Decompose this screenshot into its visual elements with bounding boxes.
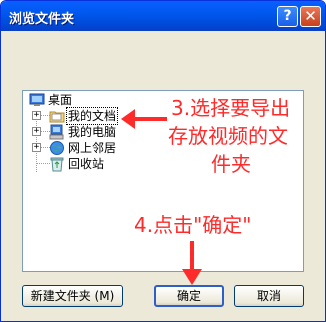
folder-icon bbox=[49, 111, 65, 123]
computer-icon bbox=[49, 124, 64, 140]
recycle-bin-icon bbox=[50, 157, 64, 172]
tree-item-label: 我的电脑 bbox=[68, 125, 117, 139]
annotation-arrow-left-icon bbox=[121, 109, 167, 129]
ok-button[interactable]: 确定 bbox=[154, 285, 224, 307]
desktop-icon bbox=[29, 93, 45, 106]
expand-icon[interactable]: + bbox=[32, 111, 41, 120]
annotation-step4: 4.点击"确定" bbox=[134, 213, 252, 237]
cancel-button[interactable]: 取消 bbox=[234, 285, 304, 307]
tree-item-label: 桌面 bbox=[48, 93, 73, 107]
annotation-step3-line3: 件夹 bbox=[211, 152, 251, 176]
browse-folder-dialog: 浏览文件夹 ? ✕ 桌面 + 我的文档 + 我的电脑 + 网上邻居 回收站 3.… bbox=[0, 0, 326, 322]
annotation-arrow-down-icon bbox=[182, 241, 202, 285]
close-button[interactable]: ✕ bbox=[300, 6, 321, 27]
tree-item-label: 网上邻居 bbox=[68, 141, 117, 155]
title-bar: 浏览文件夹 ? ✕ bbox=[1, 1, 325, 31]
expand-icon[interactable]: + bbox=[32, 143, 41, 152]
new-folder-button[interactable]: 新建文件夹 (M) bbox=[22, 285, 123, 307]
help-button[interactable]: ? bbox=[277, 6, 298, 27]
network-icon bbox=[50, 141, 64, 155]
expand-icon[interactable]: + bbox=[32, 127, 41, 136]
tree-item-label: 回收站 bbox=[68, 157, 105, 171]
annotation-step3-line1: 3.选择要导出 bbox=[171, 96, 291, 120]
annotation-step3-line2: 存放视频的文 bbox=[168, 124, 288, 148]
tree-item-label: 我的文档 bbox=[65, 107, 119, 125]
tree-connector-line bbox=[36, 163, 50, 164]
window-title: 浏览文件夹 bbox=[9, 12, 75, 27]
